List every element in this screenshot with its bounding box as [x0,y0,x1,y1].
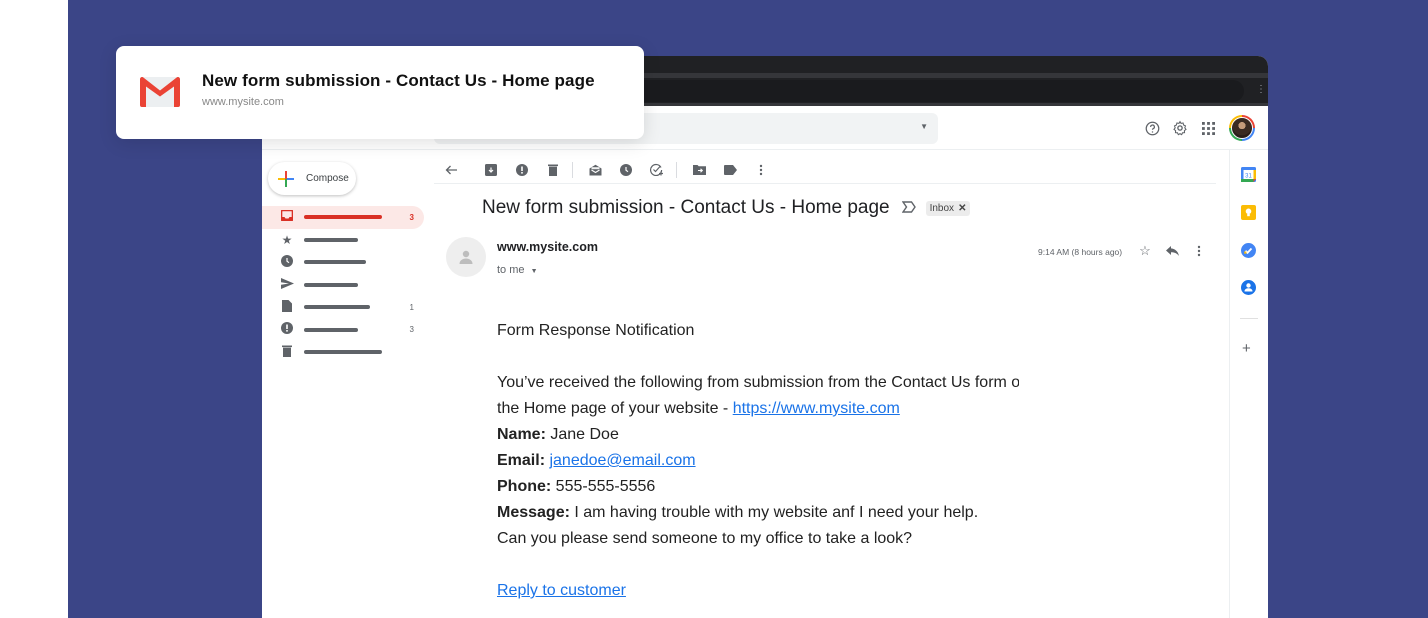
phone-label: Phone: [497,478,552,495]
inbox-chip-label: Inbox [929,202,955,214]
message-value: I am having trouble with my website anf … [569,504,979,521]
archive-icon[interactable] [482,161,500,179]
sidebar-item-starred[interactable]: ★ [262,229,424,252]
drafts-count: 1 [409,302,414,312]
snooze-icon[interactable] [617,161,635,179]
stage: ⋮ ▼ Compose 3 ★ 1 3 New form submission … [0,0,1428,618]
side-panel: 31 + [1229,150,1268,618]
browser-menu-icon[interactable]: ⋮ [1256,84,1266,96]
field-email: Email: janedoe@email.com [497,448,1019,474]
inbox-icon [280,209,294,224]
drafts-label-placeholder [304,305,370,310]
toolbar-divider [572,161,573,178]
sidebar-item-inbox[interactable]: 3 [262,206,424,229]
email-timestamp: 9:14 AM (8 hours ago) [1038,247,1123,257]
star-icon: ★ [281,232,293,247]
message-toolbar [434,156,1216,184]
spam-icon [280,322,294,337]
recipient-label: to me [497,264,525,276]
email-body: Form Response Notification You’ve receiv… [497,318,1019,604]
snoozed-label-placeholder [304,260,366,265]
notification-card[interactable]: New form submission - Contact Us - Home … [116,46,644,139]
name-label: Name: [497,426,546,443]
trash-label-placeholder [304,350,382,355]
compose-label: Compose [306,173,349,184]
sent-icon [280,277,294,292]
sidebar-item-drafts[interactable]: 1 [262,296,424,319]
back-arrow-icon[interactable] [442,161,460,179]
person-icon [459,250,473,264]
add-task-icon[interactable] [648,161,666,179]
name-value: Jane Doe [545,426,619,443]
customer-email-link[interactable]: janedoe@email.com [549,452,695,469]
body-intro-line2: the Home page of your website - https://… [497,396,1019,422]
help-icon[interactable] [1142,118,1162,138]
spam-label-placeholder [304,327,358,332]
sidebar-item-trash[interactable] [262,341,424,364]
label-icon[interactable] [721,161,739,179]
calendar-icon[interactable]: 31 [1241,167,1256,182]
sender-avatar [446,237,486,277]
body-intro-line1: You’ve received the following from submi… [497,374,1019,391]
inbox-count: 3 [409,212,414,222]
email-subject: New form submission - Contact Us - Home … [482,197,890,218]
field-phone: Phone: 555-555-5556 [497,474,1019,500]
apps-grid-icon[interactable] [1198,118,1218,138]
gmail-icon [140,77,180,107]
sidebar-nav: 3 ★ 1 3 [262,206,424,364]
settings-gear-icon[interactable] [1170,118,1190,138]
email-label: Email: [497,452,546,469]
message-line2: Can you please send someone to my office… [497,530,913,547]
importance-marker-icon[interactable] [901,200,916,217]
message-label: Message: [497,504,570,521]
star-message-icon[interactable]: ☆ [1137,243,1153,259]
sent-label-placeholder [304,282,358,287]
phone-value: 555-555-5556 [551,478,656,495]
search-options-caret-icon[interactable]: ▼ [920,122,928,131]
browser-window: ⋮ ▼ Compose 3 ★ 1 3 New form submission … [262,56,1268,618]
compose-plus-icon [278,170,294,187]
sidebar-item-sent[interactable] [262,274,424,297]
spam-count: 3 [409,325,414,335]
compose-button[interactable]: Compose [268,162,356,195]
field-name: Name: Jane Doe [497,422,1019,448]
report-spam-icon[interactable] [513,161,531,179]
body-heading: Form Response Notification [497,322,695,339]
drafts-icon [280,299,294,315]
move-to-icon[interactable] [690,161,708,179]
keep-icon[interactable] [1241,205,1256,220]
inbox-label-placeholder [304,215,382,220]
add-addon-icon[interactable]: + [1242,340,1251,357]
inbox-label-chip[interactable]: Inbox ✕ [925,200,971,216]
recipient-details[interactable]: to me ▼ [497,264,538,276]
body-intro-prefix: the Home page of your website - [497,400,733,417]
notification-subtitle: www.mysite.com [202,96,284,108]
snoozed-clock-icon [280,254,294,270]
account-avatar[interactable] [1229,115,1255,141]
toolbar-divider [676,161,677,178]
tasks-icon[interactable] [1241,243,1256,258]
sender-name: www.mysite.com [497,240,598,254]
trash-icon [280,345,294,360]
more-icon[interactable] [752,161,770,179]
email-subject-row: New form submission - Contact Us - Home … [482,197,971,219]
reply-to-customer-link[interactable]: Reply to customer [497,582,626,599]
message-more-icon[interactable] [1191,243,1207,259]
delete-icon[interactable] [544,161,562,179]
field-message: Message: I am having trouble with my web… [497,500,1019,526]
reply-icon[interactable] [1164,243,1180,259]
svg-text:31: 31 [1245,174,1252,180]
remove-label-icon[interactable]: ✕ [958,203,966,214]
recipient-details-caret-icon[interactable]: ▼ [531,268,538,275]
starred-label-placeholder [304,237,358,242]
notification-title: New form submission - Contact Us - Home … [202,71,595,90]
website-link[interactable]: https://www.mysite.com [733,400,900,417]
mark-unread-icon[interactable] [586,161,604,179]
contacts-icon[interactable] [1241,280,1256,295]
avatar-photo [1231,117,1253,139]
side-panel-divider [1240,318,1258,319]
sidebar-item-snoozed[interactable] [262,251,424,274]
sidebar-item-spam[interactable]: 3 [262,319,424,342]
